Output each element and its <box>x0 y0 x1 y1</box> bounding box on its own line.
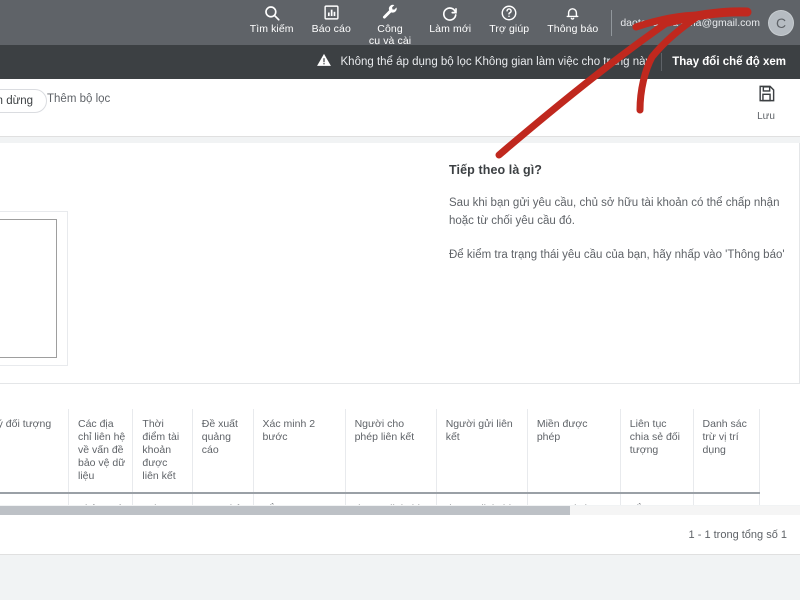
wrench-tools-icon <box>381 3 399 22</box>
linked-accounts-table-wrapper: quản lý đối tượng Các địa chỉ liên hệ về… <box>0 384 800 505</box>
nav-label-search: Tìm kiếm <box>249 23 294 35</box>
nav-label-reports: Báo cáo <box>311 23 351 35</box>
nav-item-list: Tìm kiếm Báo cáo Công cụ và cài Làm mới … <box>241 0 608 47</box>
nav-item-refresh[interactable]: Làm mới <box>420 0 480 36</box>
table-cell: Đang bật <box>192 493 254 505</box>
table-cell: 5 thg 6, 2023 23:49 <box>132 493 193 505</box>
nav-label-tools-settings: Công cụ và cài <box>368 23 412 47</box>
table-header-cell: Danh sác trừ vị trí dụng <box>693 409 761 494</box>
page-background-bottom <box>0 556 800 600</box>
table-cell: Không có <box>68 493 134 505</box>
nav-item-tools-settings[interactable]: Công cụ và cài <box>360 0 420 47</box>
no-restrictions-link[interactable]: No restrictions <box>536 503 604 505</box>
nav-label-help: Trợ giúp <box>489 23 530 35</box>
nav-divider <box>611 9 613 36</box>
table-cell: daotaodigitaldm <box>436 493 528 505</box>
table-cell <box>0 493 69 505</box>
help-circle-icon <box>500 3 518 22</box>
nav-item-reports[interactable]: Báo cáo <box>303 0 360 36</box>
table-row[interactable]: Không có 5 thg 6, 2023 23:49 Đang bật Tắ… <box>0 493 761 505</box>
whats-next-paragraph-1: Sau khi bạn gửi yêu cầu, chủ sở hữu tài … <box>449 197 780 227</box>
table-cell: daotaodigitaldm <box>345 493 437 505</box>
table-header-cell: Liên tục chia sẻ đối tượng <box>620 409 694 494</box>
table-cell: - <box>693 493 761 505</box>
pagination-count: 1 - 1 trong tổng số 1 <box>688 528 787 541</box>
bell-icon <box>564 3 581 22</box>
table-header-cell: Các địa chỉ liên hệ về vấn đề bảo vệ dữ … <box>68 409 134 494</box>
table-cell: Tắt <box>253 493 346 505</box>
filter-chip-paused[interactable]: Tạm dừng <box>0 89 48 113</box>
warning-content: Không thể áp dụng bộ lọc Không gian làm … <box>316 52 652 73</box>
table-header-cell: Thời điểm tài khoản được liên kết <box>132 409 193 494</box>
refresh-icon <box>441 3 459 22</box>
table-header-cell: quản lý đối tượng <box>0 409 69 494</box>
nav-label-notifications: Thông báo <box>547 23 599 35</box>
save-button-label: Lưu <box>757 111 775 122</box>
nav-item-search[interactable]: Tìm kiếm <box>241 0 303 36</box>
table-header-row: quản lý đối tượng Các địa chỉ liên hệ về… <box>0 409 761 494</box>
save-floppy-icon <box>757 84 776 108</box>
table-header-cell: Miền được phép <box>527 409 621 494</box>
table-header-cell: Đề xuất quảng cáo <box>192 409 254 494</box>
app-root: Tìm kiếm Báo cáo Công cụ và cài Làm mới … <box>0 0 800 600</box>
search-icon <box>263 3 281 22</box>
filter-toolbar <box>0 79 800 137</box>
nav-label-refresh: Làm mới <box>429 23 472 35</box>
table-header-cell: Người gửi liên kết <box>436 409 528 494</box>
nav-item-notifications[interactable]: Thông báo <box>538 0 607 36</box>
change-view-mode-link[interactable]: Thay đổi chế độ xem <box>672 56 786 68</box>
avatar[interactable]: C <box>768 9 794 36</box>
pagination-bar: 1 - 1 trong tổng số 1 <box>0 515 800 555</box>
save-button[interactable]: Lưu <box>742 84 790 122</box>
image-placeholder-inner <box>0 219 57 358</box>
add-filter-button[interactable]: Thêm bộ lọc <box>47 93 110 105</box>
nav-item-help[interactable]: Trợ giúp <box>480 0 538 36</box>
table-header-cell: Người cho phép liên kết <box>345 409 437 494</box>
table-cell: Tắt <box>620 493 694 505</box>
warning-triangle-icon <box>316 52 332 73</box>
linked-accounts-table: quản lý đối tượng Các địa chỉ liên hệ về… <box>0 409 761 505</box>
whats-next-heading: Tiếp theo là gì? <box>449 163 543 177</box>
workspace-filter-warning-bar: Không thể áp dụng bộ lọc Không gian làm … <box>0 45 800 79</box>
whats-next-info-block: Tiếp theo là gì? Sau khi bạn gửi yêu cầu… <box>449 163 789 280</box>
reports-chart-icon <box>323 3 340 22</box>
top-navigation-bar: Tìm kiếm Báo cáo Công cụ và cài Làm mới … <box>0 0 800 47</box>
whats-next-paragraph-2: Để kiểm tra trạng thái yêu cầu của bạn, … <box>449 249 785 261</box>
scrollbar-thumb[interactable] <box>0 506 570 515</box>
account-area[interactable]: daotaodi....a dma@gmail.com C <box>620 9 794 36</box>
warning-separator <box>661 53 663 71</box>
table-cell-no-restrictions[interactable]: No restrictions <box>527 493 621 505</box>
account-email[interactable]: daotaodi....a dma@gmail.com <box>620 17 760 29</box>
table-header-cell: Xác minh 2 bước <box>253 409 346 494</box>
horizontal-scrollbar[interactable] <box>0 506 800 515</box>
warning-text: Không thể áp dụng bộ lọc Không gian làm … <box>340 56 652 68</box>
